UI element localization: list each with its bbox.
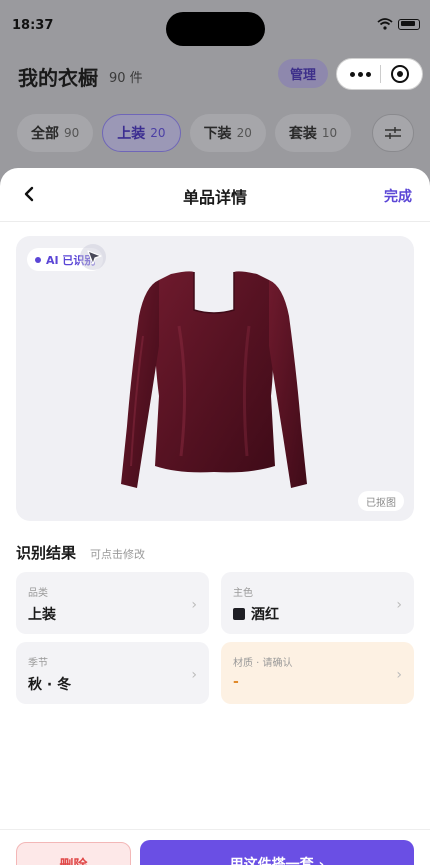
filter-chip-label: 套装 bbox=[288, 126, 317, 142]
battery-icon bbox=[398, 18, 420, 30]
chevron-right-icon: › bbox=[191, 667, 197, 683]
recognition-section-title: 识别结果 bbox=[16, 544, 77, 562]
material-value: - bbox=[233, 674, 239, 690]
field-season[interactable]: 季节 秋 · 冬 › bbox=[16, 642, 209, 704]
color-swatch bbox=[233, 608, 245, 620]
wifi-icon bbox=[377, 18, 393, 30]
cursor-icon bbox=[80, 244, 106, 270]
field-value: - bbox=[233, 674, 239, 690]
field-color[interactable]: 主色 酒红 › bbox=[221, 572, 414, 634]
status-time: 18:37 bbox=[12, 18, 54, 33]
mini-program-capsule[interactable] bbox=[336, 58, 423, 90]
wardrobe-title: 我的衣橱 bbox=[18, 66, 98, 90]
field-category[interactable]: 品类 上装 › bbox=[16, 572, 209, 634]
wardrobe-count: 90 件 bbox=[109, 71, 143, 86]
filter-chip-count: 90 bbox=[64, 126, 80, 140]
status-icons bbox=[377, 18, 420, 30]
chevron-right-icon: › bbox=[396, 667, 402, 683]
bottom-action-bar: 删除 用这件搭一套 › bbox=[0, 829, 430, 865]
dynamic-island bbox=[166, 12, 265, 46]
target-icon[interactable] bbox=[391, 65, 410, 83]
manage-button[interactable]: 管理 bbox=[278, 59, 328, 88]
color-value: 酒红 bbox=[251, 607, 279, 623]
field-label: 材质 · 请确认 bbox=[233, 658, 293, 669]
field-material[interactable]: 材质 · 请确认 - › bbox=[221, 642, 414, 704]
filter-chip-label: 上装 bbox=[117, 126, 146, 142]
garment-image bbox=[121, 271, 307, 488]
field-value: 酒红 bbox=[233, 604, 279, 624]
cutout-tag: 已抠图 bbox=[358, 491, 404, 511]
ai-status-dot bbox=[35, 256, 41, 263]
filter-chip-all[interactable]: 全部 90 bbox=[17, 114, 94, 152]
outfit-with-item-button[interactable]: 用这件搭一套 › bbox=[140, 840, 414, 865]
filter-chip-tops[interactable]: 上装 20 bbox=[102, 114, 181, 152]
field-label: 品类 bbox=[28, 588, 48, 599]
more-icon[interactable] bbox=[349, 71, 371, 77]
filter-button[interactable] bbox=[372, 114, 414, 152]
filter-chip-count: 20 bbox=[150, 126, 166, 140]
filter-chip-label: 下装 bbox=[203, 126, 232, 142]
filter-chip-count: 10 bbox=[321, 126, 338, 140]
field-value: 秋 · 冬 bbox=[28, 674, 71, 694]
field-label: 主色 bbox=[233, 588, 253, 599]
filter-chip-count: 20 bbox=[236, 126, 252, 140]
filter-icon bbox=[385, 127, 401, 139]
capsule-divider bbox=[380, 65, 382, 83]
filter-chip-bottoms[interactable]: 下装 20 bbox=[189, 114, 266, 152]
delete-button[interactable]: 删除 bbox=[16, 842, 131, 865]
filter-chip-sets[interactable]: 套装 10 bbox=[274, 114, 352, 152]
field-label: 季节 bbox=[28, 658, 48, 669]
item-detail-sheet: 单品详情 完成 AI 已识别 已抠图 识别结果 可点击修改 品类 上装 › 主色… bbox=[0, 168, 430, 865]
chevron-right-icon: › bbox=[396, 597, 402, 613]
done-button[interactable]: 完成 bbox=[384, 186, 412, 206]
recognition-section-hint: 可点击修改 bbox=[90, 548, 145, 561]
category-value: 上装 bbox=[28, 607, 56, 623]
item-photo-card[interactable]: AI 已识别 已抠图 bbox=[16, 236, 414, 521]
season-value: 秋 · 冬 bbox=[28, 677, 72, 693]
chevron-right-icon: › bbox=[191, 597, 197, 613]
sheet-title: 单品详情 bbox=[182, 188, 247, 207]
filter-chip-label: 全部 bbox=[31, 126, 59, 142]
field-value: 上装 bbox=[28, 604, 56, 624]
sheet-header: 单品详情 完成 bbox=[0, 168, 430, 222]
status-bar: 18:37 bbox=[0, 0, 430, 46]
category-filter-row: 全部 90 上装 20 下装 20 套装 10 bbox=[17, 114, 352, 152]
